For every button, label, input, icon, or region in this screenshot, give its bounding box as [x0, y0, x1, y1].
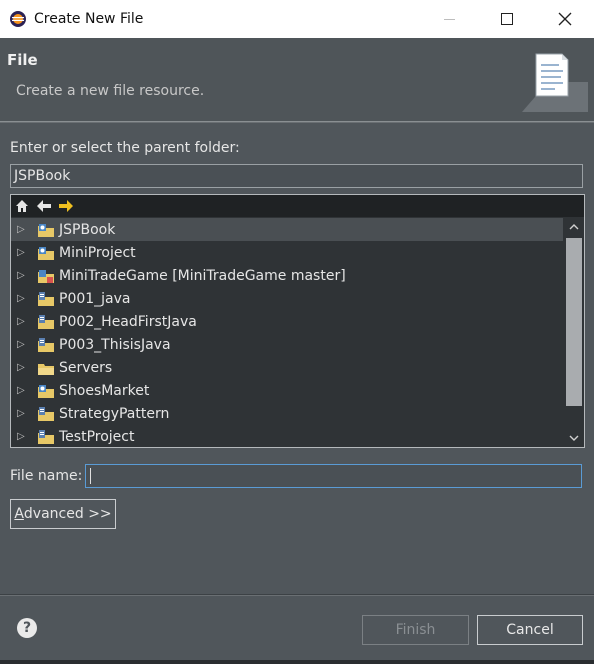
finish-button[interactable]: Finish	[362, 615, 469, 645]
tree-item-testproject[interactable]: ▷ TestProject	[11, 425, 563, 447]
web-project-folder-icon	[38, 223, 54, 237]
eclipse-app-icon	[8, 9, 28, 29]
expand-arrow-icon[interactable]: ▷	[17, 224, 33, 235]
project-tree[interactable]: ▷ JSPBook ▷ MiniProject ▷ MiniTradeGame …	[10, 194, 585, 448]
tree-item-label: P002_HeadFirstJava	[59, 313, 197, 330]
expand-arrow-icon[interactable]: ▷	[17, 431, 33, 442]
close-icon	[558, 12, 572, 26]
advanced-mnemonic: A	[14, 506, 24, 522]
window-title: Create New File	[34, 11, 144, 27]
forward-button[interactable]	[55, 196, 77, 216]
maximize-icon	[501, 13, 513, 25]
page-description: Create a new file resource.	[16, 83, 205, 99]
text-caret	[90, 468, 91, 484]
parent-folder-input[interactable]: JSPBook	[10, 164, 583, 188]
file-name-label: File name:	[10, 468, 83, 484]
header-divider-shadow	[0, 122, 594, 123]
java-project-folder-icon	[38, 429, 54, 444]
tree-item-p003-thisisjava[interactable]: ▷ P003_ThisisJava	[11, 333, 563, 356]
expand-arrow-icon[interactable]: ▷	[17, 247, 33, 258]
scroll-down-button[interactable]	[564, 429, 584, 447]
back-button[interactable]	[33, 196, 55, 216]
expand-arrow-icon[interactable]: ▷	[17, 339, 33, 350]
minimize-button[interactable]	[420, 0, 478, 38]
tree-item-label: MiniTradeGame [MiniTradeGame master]	[59, 267, 346, 284]
expand-arrow-icon[interactable]: ▷	[17, 385, 33, 396]
tree-item-shoesmarket[interactable]: ▷ ShoesMarket	[11, 379, 563, 402]
home-icon	[16, 200, 28, 212]
page-title: File	[7, 51, 38, 69]
folder-icon	[38, 363, 54, 375]
help-button[interactable]: ?	[17, 618, 37, 638]
file-name-input[interactable]	[85, 464, 582, 488]
back-arrow-icon	[37, 200, 51, 212]
web-project-folder-icon	[38, 384, 54, 398]
tree-item-strategypattern[interactable]: ▷ StrategyPattern	[11, 402, 563, 425]
tree-toolbar	[11, 195, 584, 217]
expand-arrow-icon[interactable]: ▷	[17, 293, 33, 304]
web-project-folder-icon	[38, 246, 54, 260]
scroll-up-button[interactable]	[564, 218, 584, 236]
footer-divider-highlight	[0, 595, 594, 596]
tree-item-label: StrategyPattern	[59, 405, 170, 422]
tree-item-label: P001_java	[59, 290, 131, 307]
chevron-up-icon	[569, 224, 579, 230]
tree-item-p002-headfirstjava[interactable]: ▷ P002_HeadFirstJava	[11, 310, 563, 333]
expand-arrow-icon[interactable]: ▷	[17, 316, 33, 327]
parent-folder-label: Enter or select the parent folder:	[10, 140, 240, 156]
tree-item-label: JSPBook	[59, 221, 116, 238]
tree-item-miniproject[interactable]: ▷ MiniProject	[11, 241, 563, 264]
new-file-wizard-icon	[522, 48, 588, 112]
java-project-folder-icon	[38, 406, 54, 421]
expand-arrow-icon[interactable]: ▷	[17, 270, 33, 281]
tree-item-p001-java[interactable]: ▷ P001_java	[11, 287, 563, 310]
expand-arrow-icon[interactable]: ▷	[17, 408, 33, 419]
forward-arrow-icon	[59, 200, 73, 212]
tree-item-jspbook[interactable]: ▷ JSPBook	[11, 218, 563, 241]
window-controls	[420, 0, 594, 38]
window-titlebar: Create New File	[0, 0, 594, 38]
tree-scrollbar[interactable]	[564, 218, 584, 447]
help-icon: ?	[22, 620, 32, 636]
cancel-button[interactable]: Cancel	[477, 615, 583, 645]
minimize-icon	[443, 18, 455, 20]
java-project-folder-icon	[38, 314, 54, 329]
tree-list: ▷ JSPBook ▷ MiniProject ▷ MiniTradeGame …	[11, 218, 563, 447]
tree-item-label: MiniProject	[59, 244, 136, 261]
tree-item-label: ShoesMarket	[59, 382, 150, 399]
tree-item-minitradegame[interactable]: ▷ MiniTradeGame [MiniTradeGame master]	[11, 264, 563, 287]
tree-item-label: TestProject	[59, 428, 135, 445]
git-project-folder-icon	[38, 269, 54, 283]
maximize-button[interactable]	[478, 0, 536, 38]
home-button[interactable]	[11, 196, 33, 216]
java-project-folder-icon	[38, 337, 54, 352]
window-bottom-edge	[0, 660, 594, 664]
expand-arrow-icon[interactable]: ▷	[17, 362, 33, 373]
chevron-down-icon	[569, 435, 579, 441]
close-button[interactable]	[536, 0, 594, 38]
advanced-button[interactable]: Advanced >>	[10, 499, 116, 529]
tree-item-label: P003_ThisisJava	[59, 336, 171, 353]
scrollbar-thumb[interactable]	[566, 238, 582, 406]
tree-item-label: Servers	[59, 359, 113, 376]
tree-item-servers[interactable]: ▷ Servers	[11, 356, 563, 379]
java-project-folder-icon	[38, 291, 54, 306]
advanced-label: dvanced >>	[23, 506, 112, 522]
wizard-header: File Create a new file resource.	[0, 38, 594, 121]
